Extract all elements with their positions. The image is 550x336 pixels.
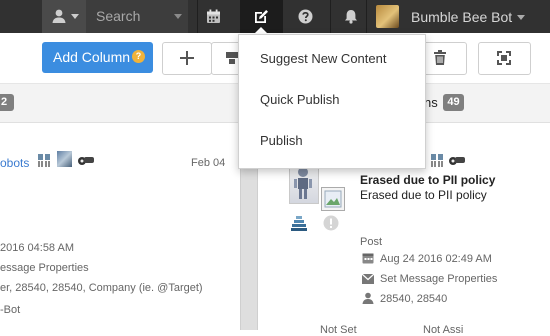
add-column-button[interactable]: Add Column ? xyxy=(42,42,153,73)
post-date: Feb 04 xyxy=(191,157,226,169)
expand-icon xyxy=(497,51,511,65)
robot-icon xyxy=(38,154,50,167)
post-targets: er, 28540, 28540, Company (ie. @Target) xyxy=(0,282,203,294)
assignee-field: Not Assi xyxy=(423,324,464,336)
menu-item-quick-publish[interactable]: Quick Publish xyxy=(239,80,425,121)
calendar-icon xyxy=(362,253,374,264)
robot-figure-icon xyxy=(294,167,312,199)
fullscreen-button[interactable] xyxy=(478,42,531,75)
post-type: Post xyxy=(360,236,383,248)
publish-dropdown-menu: Suggest New Content Quick Publish Publis… xyxy=(238,34,426,169)
help-icon[interactable] xyxy=(298,9,313,24)
menu-item-label: Publish xyxy=(260,133,303,148)
post-targets: 28540, 28540 xyxy=(380,293,448,305)
grid-icon xyxy=(226,52,238,64)
top-navigation-bar: Search Bumble Bee Bot xyxy=(0,0,550,33)
user-name: Bumble Bee Bot xyxy=(411,9,513,25)
compose-icon xyxy=(255,10,268,23)
menu-item-label: Quick Publish xyxy=(260,92,340,107)
user-icon xyxy=(52,9,66,23)
add-column-label: Add Column xyxy=(53,49,131,65)
column-title: ns xyxy=(424,95,438,110)
post-title: Erased due to PII policy xyxy=(360,173,496,187)
calendar-icon[interactable] xyxy=(206,9,221,24)
menu-item-suggest-new-content[interactable]: Suggest New Content xyxy=(239,39,425,80)
menu-item-publish[interactable]: Publish xyxy=(239,121,425,162)
separator xyxy=(197,0,198,33)
tag-icon xyxy=(78,157,94,165)
post-timestamp: Aug 24 2016 02:49 AM xyxy=(380,253,492,265)
column-header: 2 xyxy=(0,84,240,123)
chevron-down-icon xyxy=(517,15,525,20)
post-timestamp: 2016 04:58 AM xyxy=(0,242,75,254)
tag-icon xyxy=(449,157,465,165)
status-field: Not Set xyxy=(320,324,357,336)
plus-icon xyxy=(180,51,194,65)
trash-icon xyxy=(434,50,446,65)
menu-item-label: Suggest New Content xyxy=(260,51,387,66)
menu-caret xyxy=(254,27,268,34)
help-badge-icon: ? xyxy=(132,50,145,63)
post-body: Erased due to PII policy xyxy=(360,188,487,202)
search-label: Search xyxy=(96,8,141,24)
user-menu-button[interactable] xyxy=(42,0,86,33)
avatar xyxy=(376,5,399,28)
user-icon xyxy=(362,292,374,304)
thumbnail-image xyxy=(57,151,72,167)
robot-icon xyxy=(431,154,443,167)
chevron-down-icon xyxy=(174,14,182,19)
message-properties-link[interactable]: essage Properties xyxy=(0,262,89,274)
count-badge: 2 xyxy=(0,94,14,111)
post-signature: -Bot xyxy=(0,304,21,316)
image-placeholder-icon xyxy=(321,187,345,211)
count-badge: 49 xyxy=(443,94,464,111)
search-field[interactable]: Search xyxy=(86,0,188,33)
warning-icon xyxy=(323,215,339,231)
envelope-icon xyxy=(362,274,374,284)
set-message-properties-link[interactable]: Set Message Properties xyxy=(380,273,497,285)
left-column: 2 obots Feb 04 2016 04:58 AM essage Prop… xyxy=(0,84,240,330)
author-link[interactable]: obots xyxy=(0,156,29,170)
notification-bell-icon[interactable] xyxy=(344,9,358,24)
separator xyxy=(366,0,367,33)
chevron-down-icon xyxy=(71,14,79,19)
separator xyxy=(330,0,331,33)
add-button[interactable] xyxy=(162,42,212,75)
stack-icon xyxy=(291,216,307,231)
